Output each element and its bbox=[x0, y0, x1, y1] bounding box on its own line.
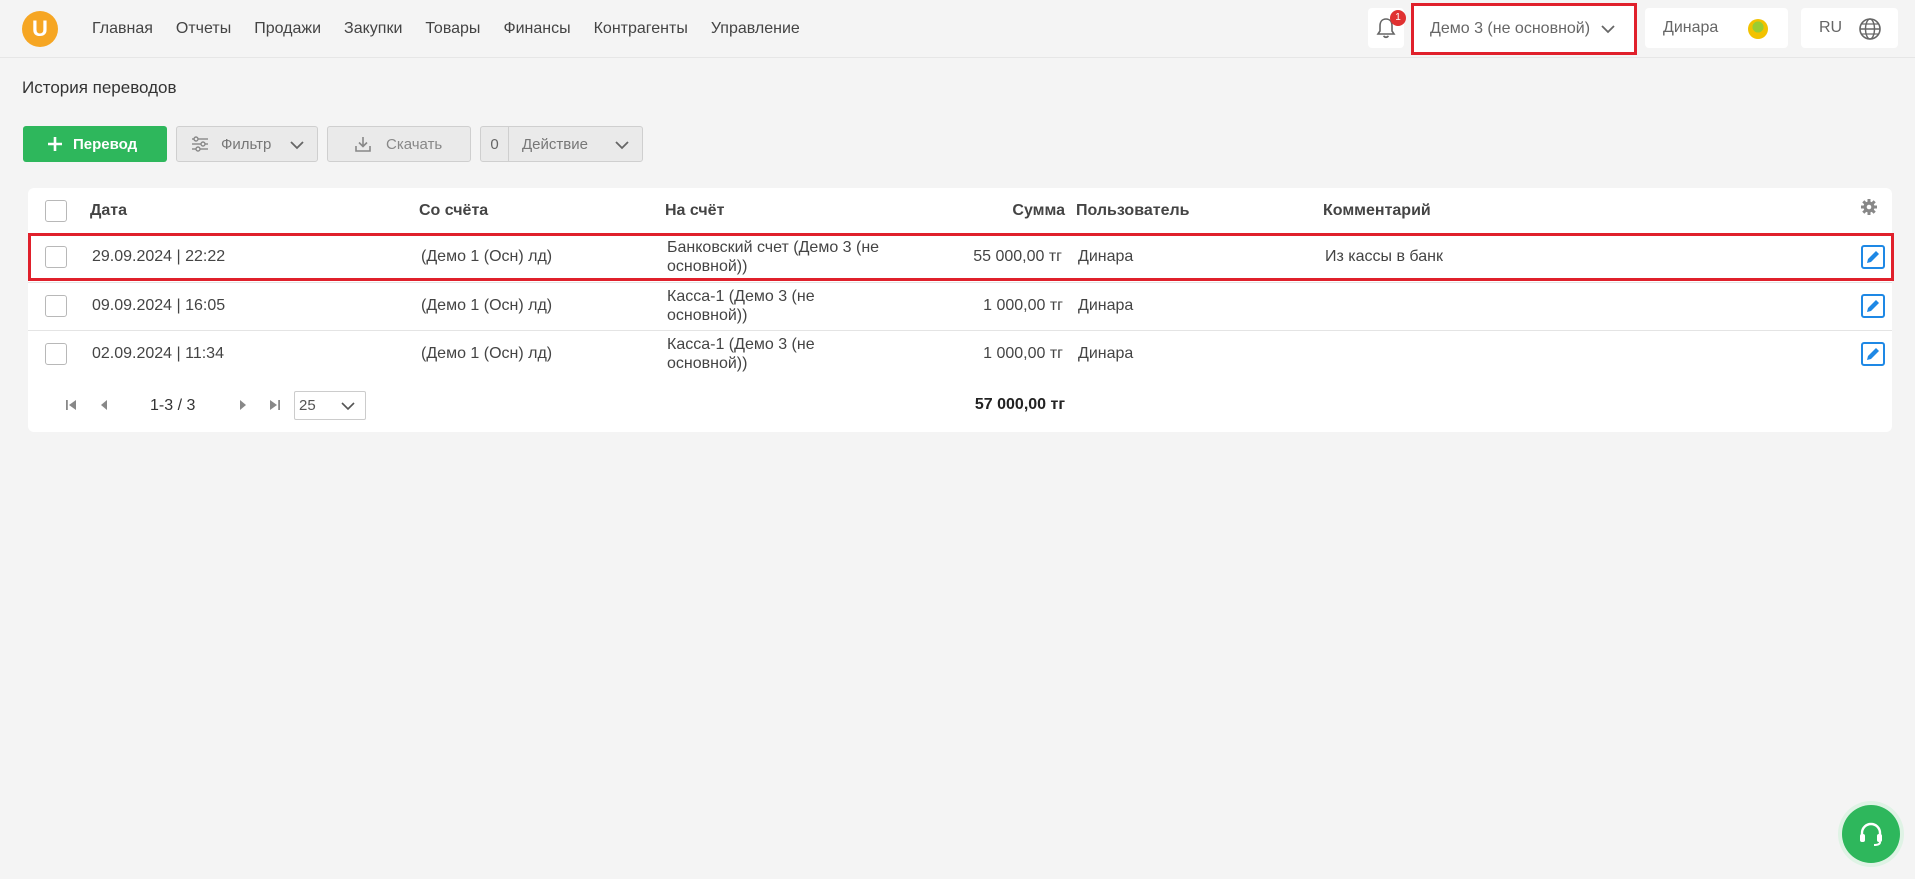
prev-page-icon[interactable] bbox=[97, 398, 111, 412]
row-user: Динара bbox=[1078, 345, 1134, 362]
chevron-down-icon bbox=[615, 141, 629, 150]
row-date: 09.09.2024 | 16:05 bbox=[92, 297, 226, 314]
support-chat-button[interactable] bbox=[1842, 805, 1900, 863]
nav-item-products[interactable]: Товары bbox=[425, 20, 480, 38]
sliders-icon bbox=[192, 136, 208, 152]
row-to-account: Касса-1 (Демо 3 (не основной)) bbox=[667, 335, 815, 373]
row-user: Динара bbox=[1078, 248, 1134, 265]
row-from-account: (Демо 1 (Осн) лд) bbox=[421, 345, 553, 362]
top-header: U Главная Отчеты Продажи Закупки Товары … bbox=[0, 0, 1915, 58]
column-header-date[interactable]: Дата bbox=[90, 202, 127, 220]
nav-item-finance[interactable]: Финансы bbox=[503, 20, 570, 38]
next-page-icon[interactable] bbox=[236, 398, 250, 412]
column-header-comment[interactable]: Комментарий bbox=[1323, 202, 1431, 220]
row-to-account-line1: Касса-1 (Демо 3 (не bbox=[667, 336, 815, 353]
download-label: Скачать bbox=[386, 135, 443, 153]
company-selector[interactable]: Демо 3 (не основной) bbox=[1411, 3, 1637, 55]
nav-item-counterparties[interactable]: Контрагенты bbox=[594, 20, 688, 38]
main-nav: Главная Отчеты Продажи Закупки Товары Фи… bbox=[92, 0, 800, 58]
language-code: RU bbox=[1819, 19, 1843, 36]
row-to-account-line2: основной)) bbox=[667, 307, 748, 324]
chevron-down-icon bbox=[290, 141, 304, 150]
edit-button[interactable] bbox=[1861, 342, 1885, 366]
language-selector[interactable]: RU bbox=[1801, 8, 1898, 48]
add-transfer-label: Перевод bbox=[73, 135, 138, 153]
first-page-icon[interactable] bbox=[64, 398, 78, 412]
row-sum: 55 000,00 тг bbox=[973, 248, 1062, 265]
column-header-to-account[interactable]: На счёт bbox=[665, 202, 724, 220]
row-to-account: Касса-1 (Демо 3 (не основной)) bbox=[667, 287, 815, 325]
nav-item-reports[interactable]: Отчеты bbox=[176, 20, 231, 38]
plus-icon bbox=[48, 137, 62, 151]
page-size-value: 25 bbox=[299, 397, 316, 414]
row-sum: 1 000,00 тг bbox=[983, 345, 1063, 362]
edit-button[interactable] bbox=[1861, 294, 1885, 318]
page-title: История переводов bbox=[22, 78, 177, 97]
column-header-from-account[interactable]: Со счёта bbox=[419, 202, 488, 220]
row-sum: 1 000,00 тг bbox=[983, 297, 1063, 314]
row-to-account-line2: основной)) bbox=[667, 258, 748, 275]
last-page-icon[interactable] bbox=[268, 398, 282, 412]
globe-icon bbox=[1859, 18, 1881, 40]
select-all-checkbox[interactable] bbox=[45, 200, 67, 222]
row-user: Динара bbox=[1078, 297, 1134, 314]
download-button[interactable]: Скачать bbox=[327, 126, 471, 162]
row-date: 29.09.2024 | 22:22 bbox=[92, 248, 226, 265]
action-button[interactable]: 0 Действие bbox=[480, 126, 643, 162]
total-sum: 57 000,00 тг bbox=[974, 396, 1065, 413]
chevron-down-icon bbox=[341, 402, 355, 411]
avatar bbox=[1748, 19, 1768, 39]
nav-item-home[interactable]: Главная bbox=[92, 20, 153, 38]
page-size-select[interactable]: 25 bbox=[294, 391, 366, 420]
filter-label: Фильтр bbox=[221, 135, 272, 153]
notifications-button[interactable]: 1 bbox=[1368, 8, 1406, 48]
row-to-account-line2: основной)) bbox=[667, 355, 748, 372]
gear-icon[interactable] bbox=[1860, 198, 1878, 216]
pencil-icon bbox=[1867, 251, 1879, 263]
pencil-icon bbox=[1867, 300, 1879, 312]
row-from-account: (Демо 1 (Осн) лд) bbox=[421, 248, 553, 265]
edit-button[interactable] bbox=[1861, 245, 1885, 269]
action-label: Действие bbox=[522, 135, 588, 153]
chevron-down-icon bbox=[1601, 25, 1615, 34]
row-comment: Из кассы в банк bbox=[1325, 248, 1443, 265]
row-from-account: (Демо 1 (Осн) лд) bbox=[421, 297, 553, 314]
row-to-account: Банковский счет (Демо 3 (не основной)) bbox=[667, 238, 879, 276]
download-icon bbox=[355, 137, 371, 152]
add-transfer-button[interactable]: Перевод bbox=[23, 126, 167, 162]
filter-button[interactable]: Фильтр bbox=[176, 126, 318, 162]
row-checkbox[interactable] bbox=[45, 246, 67, 268]
notification-badge: 1 bbox=[1390, 10, 1406, 26]
nav-item-sales[interactable]: Продажи bbox=[254, 20, 321, 38]
user-menu[interactable]: Динара bbox=[1645, 8, 1788, 48]
page-range: 1-3 / 3 bbox=[150, 397, 196, 414]
nav-item-management[interactable]: Управление bbox=[711, 20, 800, 38]
selected-count: 0 bbox=[481, 127, 509, 161]
row-to-account-line1: Касса-1 (Демо 3 (не bbox=[667, 288, 815, 305]
nav-item-purchases[interactable]: Закупки bbox=[344, 20, 402, 38]
row-checkbox[interactable] bbox=[45, 295, 67, 317]
pencil-icon bbox=[1867, 348, 1879, 360]
column-header-user[interactable]: Пользователь bbox=[1076, 202, 1189, 220]
user-name: Динара bbox=[1663, 19, 1719, 36]
row-to-account-line1: Банковский счет (Демо 3 (не bbox=[667, 239, 880, 256]
company-name: Демо 3 (не основной) bbox=[1430, 20, 1591, 37]
app-logo[interactable]: U bbox=[22, 11, 58, 47]
column-header-sum[interactable]: Сумма bbox=[900, 202, 1065, 220]
headset-icon bbox=[1860, 822, 1882, 846]
row-date: 02.09.2024 | 11:34 bbox=[92, 345, 224, 362]
row-checkbox[interactable] bbox=[45, 343, 67, 365]
